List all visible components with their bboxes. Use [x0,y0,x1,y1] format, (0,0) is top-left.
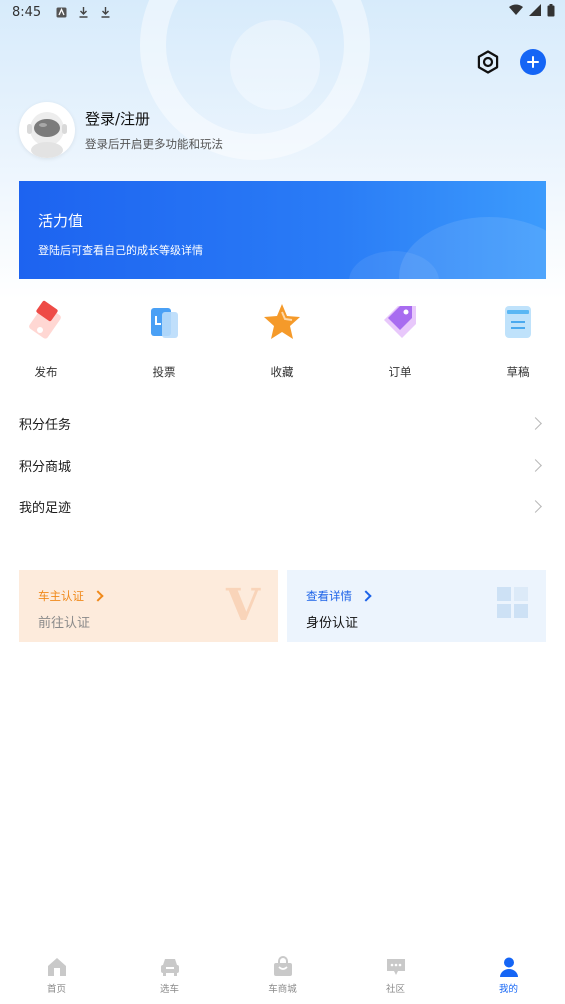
decorative-circle [230,20,320,110]
identity-card-subtitle: 身份认证 [306,616,359,631]
identity-card-title: 查看详情 [306,588,372,604]
owner-card-title: 车主认证 [38,588,104,604]
menu-item-points-mall[interactable]: 积分商城 [19,450,546,480]
quick-action-favorite[interactable]: 收藏 [247,300,317,380]
quick-action-order[interactable]: 订单 [365,300,435,380]
quick-action-label: 发布 [34,365,58,379]
menu-item-label: 积分任务 [19,417,72,433]
notification-a-icon [55,6,67,18]
publish-icon [29,300,61,339]
quick-action-publish[interactable]: 发布 [11,300,81,380]
identity-verification-card[interactable]: 查看详情 身份认证 [287,570,546,642]
chevron-right-icon [360,590,372,602]
nav-home[interactable]: 首页 [0,950,113,1004]
quick-action-draft[interactable]: 草稿 [483,300,553,380]
menu-item-footprints[interactable]: 我的足迹 [19,491,546,521]
identity-card-title-text: 查看详情 [306,589,352,603]
quick-action-label: 收藏 [270,365,294,379]
nav-community[interactable]: 社区 [339,950,452,1004]
download-icon [77,6,89,18]
quick-action-label: 投票 [152,365,176,379]
astronaut-avatar-icon [27,112,67,158]
nav-label: 社区 [385,984,405,995]
status-bar: 8:45 [0,0,565,24]
owner-card-title-text: 车主认证 [38,589,84,603]
chat-bubble-icon [386,959,405,975]
v-badge-icon: V [226,580,261,631]
owner-card-subtitle: 前往认证 [38,616,91,631]
nav-label: 首页 [46,984,66,995]
vitality-subtitle: 登陆后可查看自己的成长等级详情 [38,244,203,257]
favorite-star-icon [264,304,300,339]
vitality-banner[interactable]: 活力值 登陆后可查看自己的成长等级详情 [19,181,546,279]
nav-label: 选车 [159,984,179,995]
avatar[interactable] [19,102,75,158]
battery-icon [547,3,555,21]
signal-icon [529,4,541,20]
draft-icon [505,306,531,338]
nav-select-car[interactable]: 选车 [113,950,226,1004]
chevron-right-icon [529,458,542,472]
chevron-right-icon [529,499,542,513]
nav-car-mall[interactable]: 车商城 [226,950,339,1004]
home-icon [47,958,66,976]
user-icon [499,957,518,977]
quick-action-vote[interactable]: 投票 [129,300,199,380]
car-icon [160,959,179,976]
vitality-title: 活力值 [38,212,84,230]
grid-decoration-icon [497,587,529,619]
quick-action-label: 草稿 [506,365,530,379]
nav-mine[interactable]: 我的 [452,950,565,1004]
login-hint-text: 登录后开启更多功能和玩法 [85,137,223,151]
menu-item-label: 我的足迹 [19,500,72,516]
wifi-icon [509,4,523,20]
menu-item-points-tasks[interactable]: 积分任务 [19,408,546,438]
status-time: 8:45 [12,4,42,20]
menu-item-label: 积分商城 [19,459,72,475]
chevron-right-icon [529,416,542,430]
gear-icon [477,50,499,74]
settings-button[interactable] [474,48,502,76]
order-tag-icon [384,306,416,338]
download-icon [99,6,111,18]
quick-action-label: 订单 [388,365,412,379]
login-register-link[interactable]: 登录/注册 [85,108,150,129]
nav-label: 我的 [498,984,518,995]
shopping-bag-icon [273,956,292,976]
chevron-right-icon [92,590,104,602]
vote-icon [151,308,178,338]
bottom-navigation: 首页 选车 车商城 社区 我的 [0,950,565,1004]
add-button[interactable] [520,49,546,75]
owner-verification-card[interactable]: 车主认证 前往认证 V [19,570,278,642]
nav-label: 车商城 [268,984,297,995]
